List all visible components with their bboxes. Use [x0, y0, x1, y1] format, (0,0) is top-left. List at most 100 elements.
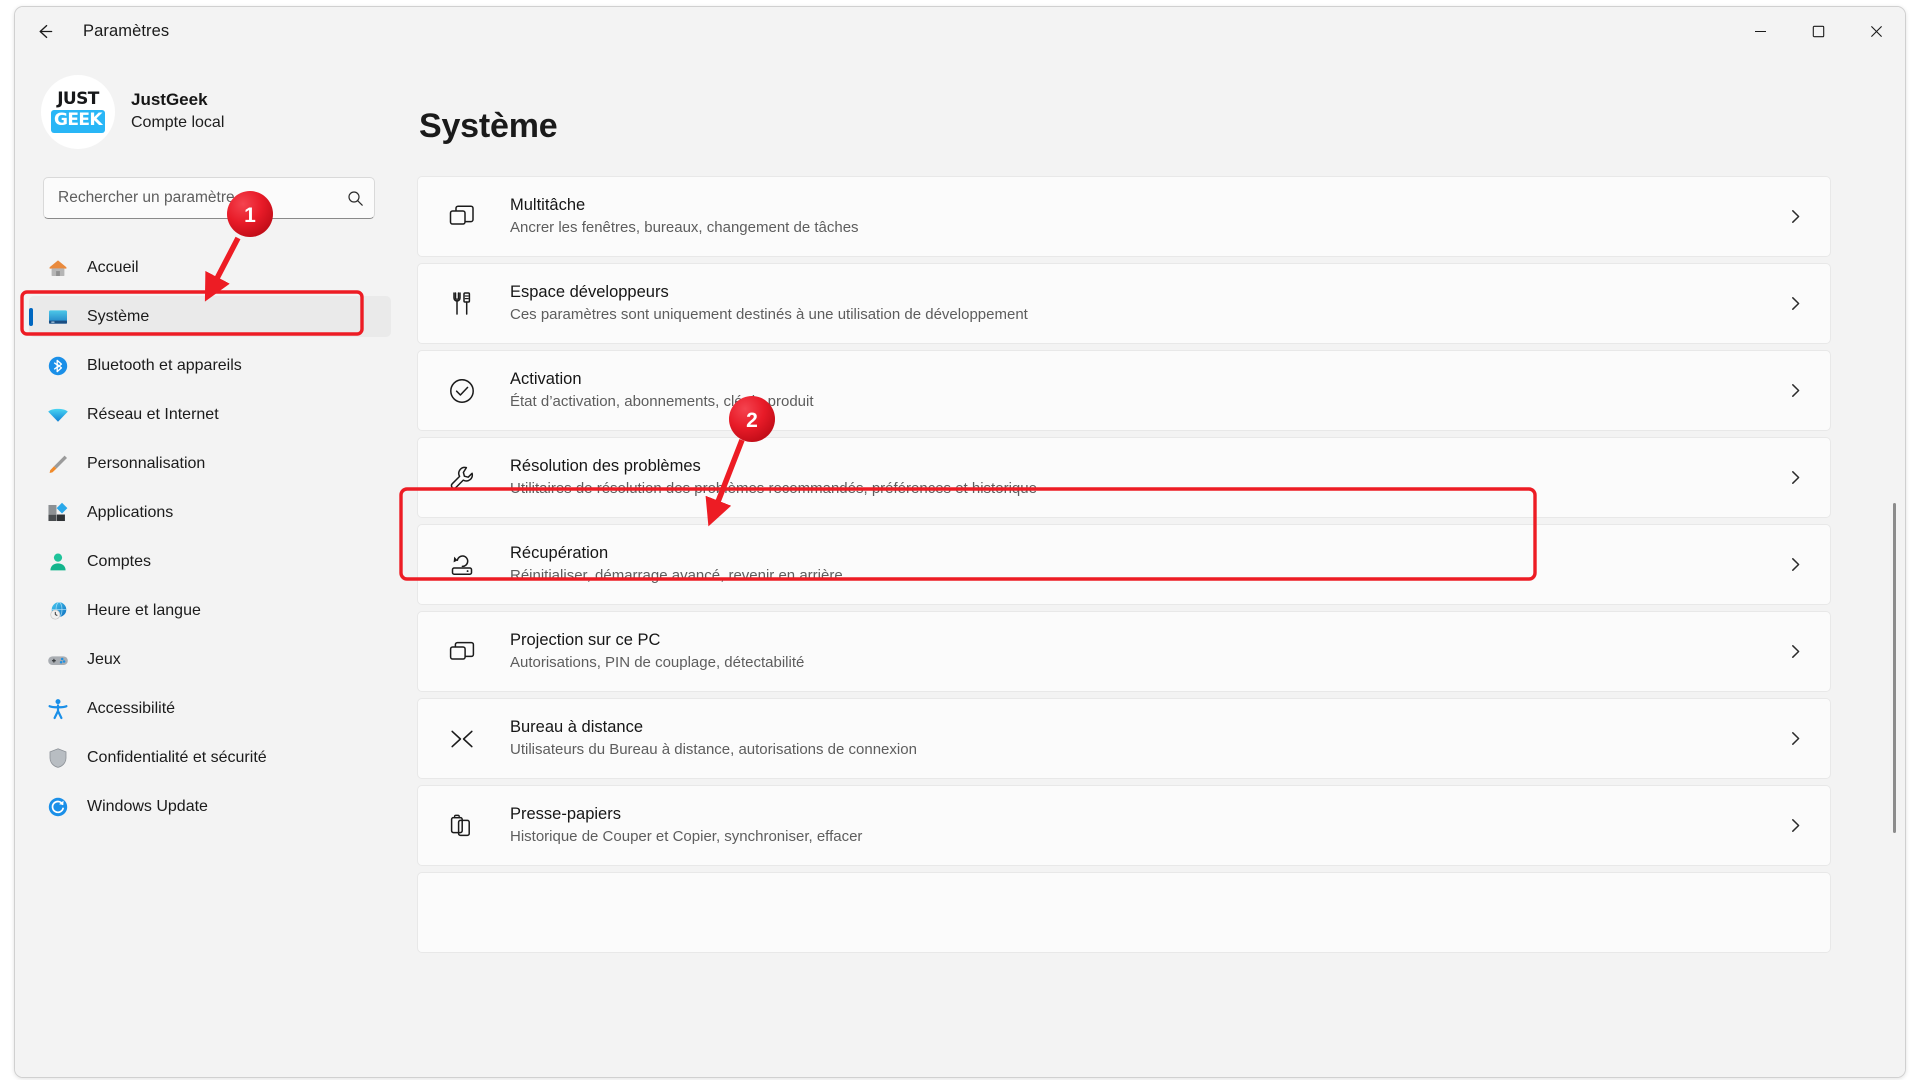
account-block[interactable]: JUST GEEK JustGeek Compte local — [15, 61, 401, 165]
check-circle-icon — [444, 373, 480, 409]
search-icon[interactable] — [347, 190, 364, 207]
minimize-icon — [1754, 30, 1766, 32]
sidebar-item-personnalisation[interactable]: Personnalisation — [29, 443, 391, 484]
card-text: Bureau à distance Utilisateurs du Bureau… — [510, 716, 1782, 761]
card-title: Multitâche — [510, 195, 586, 214]
projection-icon — [444, 634, 480, 670]
main-content: Système Multitâche Ancrer les fenêtres, … — [401, 55, 1905, 1077]
wrench-icon — [444, 460, 480, 496]
window-title: Paramètres — [83, 21, 170, 40]
avatar-logo-top: JUST — [57, 89, 99, 110]
page-title: Système — [419, 107, 558, 145]
sidebar-item-confidentialite[interactable]: Confidentialité et sécurité — [29, 737, 391, 778]
card-bureau-a-distance[interactable]: Bureau à distance Utilisateurs du Bureau… — [417, 698, 1831, 779]
card-title: Activation — [510, 369, 582, 388]
paintbrush-icon — [45, 451, 71, 477]
chevron-right-icon[interactable] — [1782, 378, 1808, 404]
chevron-right-icon[interactable] — [1782, 291, 1808, 317]
card-text: Récupération Réinitialiser, démarrage av… — [510, 542, 1782, 587]
accessibility-icon — [45, 696, 71, 722]
card-subtitle: Ancrer les fenêtres, bureaux, changement… — [510, 219, 859, 237]
avatar: JUST GEEK — [41, 75, 115, 149]
card-projection-sur-ce-pc[interactable]: Projection sur ce PC Autorisations, PIN … — [417, 611, 1831, 692]
card-text: Multitâche Ancrer les fenêtres, bureaux,… — [510, 194, 1782, 239]
card-title: Récupération — [510, 543, 609, 562]
close-button[interactable] — [1847, 7, 1905, 55]
card-subtitle: Historique de Couper et Copier, synchron… — [510, 828, 863, 846]
shield-icon — [45, 745, 71, 771]
card-partial-next[interactable] — [417, 872, 1831, 953]
avatar-logo-bottom: GEEK — [51, 110, 105, 133]
chevron-right-icon[interactable] — [1782, 639, 1808, 665]
card-text: Projection sur ce PC Autorisations, PIN … — [510, 629, 1782, 674]
home-icon — [45, 255, 71, 281]
account-type: Compte local — [131, 114, 225, 132]
chevron-right-icon[interactable] — [1782, 726, 1808, 752]
chevron-right-icon[interactable] — [1782, 813, 1808, 839]
recovery-icon — [444, 547, 480, 583]
update-icon — [45, 794, 71, 820]
sidebar-item-jeux[interactable]: Jeux — [29, 639, 391, 680]
scrollbar-thumb[interactable] — [1893, 503, 1896, 833]
card-resolution-problemes[interactable]: Résolution des problèmes Utilitaires de … — [417, 437, 1831, 518]
card-title: Bureau à distance — [510, 717, 644, 736]
window-controls — [1731, 7, 1905, 55]
chevron-right-icon[interactable] — [1782, 204, 1808, 230]
clipboard-icon — [444, 808, 480, 844]
sidebar-item-label: Applications — [87, 503, 174, 521]
card-subtitle: Utilisateurs du Bureau à distance, autor… — [510, 741, 917, 759]
scrollbar[interactable] — [1889, 63, 1899, 1069]
maximize-icon — [1812, 25, 1824, 37]
card-text: Espace développeurs Ces paramètres sont … — [510, 281, 1782, 326]
card-activation[interactable]: Activation État d’activation, abonnement… — [417, 350, 1831, 431]
sidebar-item-label: Système — [87, 307, 150, 325]
sidebar-item-label: Heure et langue — [87, 601, 201, 619]
card-text: Activation État d’activation, abonnement… — [510, 368, 1782, 413]
card-subtitle: Autorisations, PIN de couplage, détectab… — [510, 654, 805, 672]
sidebar-item-label: Personnalisation — [87, 454, 206, 472]
sidebar-item-comptes[interactable]: Comptes — [29, 541, 391, 582]
sidebar-item-reseau[interactable]: Réseau et Internet — [29, 394, 391, 435]
sidebar-item-accueil[interactable]: Accueil — [29, 247, 391, 288]
card-text: Presse-papiers Historique de Couper et C… — [510, 803, 1782, 848]
card-espace-developpeurs[interactable]: Espace développeurs Ces paramètres sont … — [417, 263, 1831, 344]
search-box[interactable] — [43, 177, 375, 219]
chevron-right-icon[interactable] — [1782, 465, 1808, 491]
sidebar-item-label: Accueil — [87, 258, 139, 276]
sidebar: JUST GEEK JustGeek Compte local Recherch… — [15, 55, 401, 1077]
sidebar-item-label: Réseau et Internet — [87, 405, 219, 423]
sidebar-item-windows-update[interactable]: Windows Update — [29, 786, 391, 827]
card-subtitle: Réinitialiser, démarrage avancé, revenir… — [510, 567, 843, 585]
sidebar-item-accessibilite[interactable]: Accessibilité — [29, 688, 391, 729]
card-multitache[interactable]: Multitâche Ancrer les fenêtres, bureaux,… — [417, 176, 1831, 257]
sidebar-item-systeme[interactable]: Système — [29, 296, 391, 337]
settings-window: Paramètres JUST GEEK JustGeek Compte loc… — [14, 6, 1906, 1078]
card-presse-papiers[interactable]: Presse-papiers Historique de Couper et C… — [417, 785, 1831, 866]
card-subtitle: État d’activation, abonnements, clé de p… — [510, 393, 814, 411]
gamepad-icon — [45, 647, 71, 673]
minimize-button[interactable] — [1731, 7, 1789, 55]
card-recuperation[interactable]: Récupération Réinitialiser, démarrage av… — [417, 524, 1831, 605]
title-bar: Paramètres — [15, 7, 1905, 55]
card-title: Projection sur ce PC — [510, 630, 661, 649]
search-input[interactable] — [58, 189, 347, 207]
main-inner: Système Multitâche Ancrer les fenêtres, … — [401, 55, 1905, 953]
sidebar-item-heure-langue[interactable]: Heure et langue — [29, 590, 391, 631]
monitor-icon — [45, 304, 71, 330]
sidebar-item-bluetooth[interactable]: Bluetooth et appareils — [29, 345, 391, 386]
back-button[interactable] — [25, 12, 63, 50]
account-name: JustGeek — [131, 90, 208, 110]
bluetooth-icon — [45, 353, 71, 379]
sidebar-item-label: Bluetooth et appareils — [87, 356, 242, 374]
maximize-button[interactable] — [1789, 7, 1847, 55]
search-wrap — [43, 177, 375, 219]
arrow-left-icon — [39, 24, 52, 38]
sidebar-item-applications[interactable]: Applications — [29, 492, 391, 533]
chevron-right-icon[interactable] — [1782, 900, 1808, 926]
globe-clock-icon — [45, 598, 71, 624]
sidebar-item-label: Confidentialité et sécurité — [87, 748, 267, 766]
chevron-right-icon[interactable] — [1782, 552, 1808, 578]
sidebar-nav: Accueil Système Bluetooth et appareils R… — [15, 247, 401, 827]
multitask-icon — [444, 199, 480, 235]
remote-desktop-icon — [444, 721, 480, 757]
